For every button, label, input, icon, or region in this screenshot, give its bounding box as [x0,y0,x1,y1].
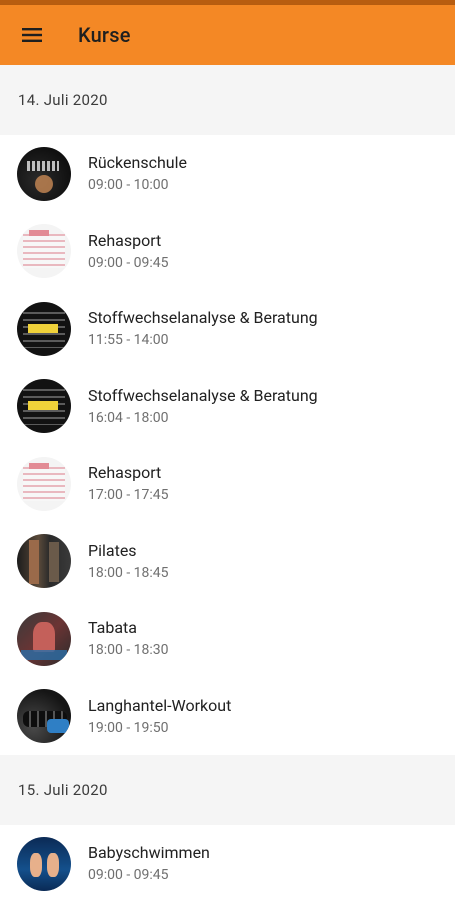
course-list-item[interactable]: Rehasport 09:00 - 09:45 [0,212,455,290]
menu-button[interactable] [14,17,50,53]
course-list-item[interactable]: Pilates 18:00 - 18:45 [0,522,455,600]
course-list-item[interactable]: Rehasport 17:00 - 17:45 [0,445,455,523]
course-time: 18:00 - 18:45 [88,564,169,581]
course-list-item[interactable]: Stoffwechselanalyse & Beratung 11:55 - 14… [0,290,455,368]
course-avatar [17,456,71,511]
course-time: 09:00 - 09:45 [88,867,169,884]
course-name: Rehasport [88,230,162,250]
course-list-item[interactable]: Babyschwimmen 09:00 - 09:45 [0,825,455,903]
course-avatar [17,224,71,279]
app-bar: Kurse [0,5,455,65]
course-text: Rehasport 17:00 - 17:45 [88,463,169,504]
course-avatar [17,379,71,434]
course-time: 11:55 - 14:00 [88,332,169,349]
course-text: Rückenschule 09:00 - 10:00 [88,153,187,194]
course-time: 09:00 - 10:00 [88,177,169,194]
course-name: Langhantel-Workout [88,695,232,715]
course-avatar [17,146,71,201]
course-avatar [17,689,71,744]
course-text: Tabata 18:00 - 18:30 [88,618,169,659]
date-section-header: 14. Juli 2020 [0,65,455,135]
course-text: Stoffwechselanalyse & Beratung 16:04 - 18… [88,386,318,427]
page-title: Kurse [78,23,131,47]
course-text: Pilates 18:00 - 18:45 [88,541,169,582]
course-avatar [17,836,71,891]
course-avatar [17,301,71,356]
course-list-item[interactable]: Tabata 18:00 - 18:30 [0,600,455,678]
date-section-header: 15. Juli 2020 [0,755,455,825]
course-name: Rehasport [88,463,162,483]
course-avatar [17,611,71,666]
course-text: Babyschwimmen 09:00 - 09:45 [88,843,210,884]
course-text: Stoffwechselanalyse & Beratung 11:55 - 14… [88,308,318,349]
course-name: Babyschwimmen [88,843,210,863]
course-name: Pilates [88,540,137,560]
course-name: Tabata [88,618,137,638]
course-time: 19:00 - 19:50 [88,719,169,736]
course-name: Stoffwechselanalyse & Beratung [88,308,318,328]
course-text: Langhantel-Workout 19:00 - 19:50 [88,696,231,737]
course-time: 09:00 - 09:45 [88,254,169,271]
course-avatar [17,534,71,589]
course-time: 18:00 - 18:30 [88,642,169,659]
course-name: Rückenschule [88,153,187,173]
hamburger-menu-icon [22,28,42,42]
course-list-item[interactable]: Rückenschule 09:00 - 10:00 [0,135,455,213]
course-time: 16:04 - 18:00 [88,409,169,426]
course-name: Stoffwechselanalyse & Beratung [88,385,318,405]
course-list-item[interactable]: Langhantel-Workout 19:00 - 19:50 [0,677,455,755]
course-list[interactable]: 14. Juli 2020 Rückenschule 09:00 - 10:00 Re… [0,65,455,903]
course-list-item[interactable]: Stoffwechselanalyse & Beratung 16:04 - 18… [0,367,455,445]
course-time: 17:00 - 17:45 [88,487,169,504]
course-text: Rehasport 09:00 - 09:45 [88,231,169,272]
